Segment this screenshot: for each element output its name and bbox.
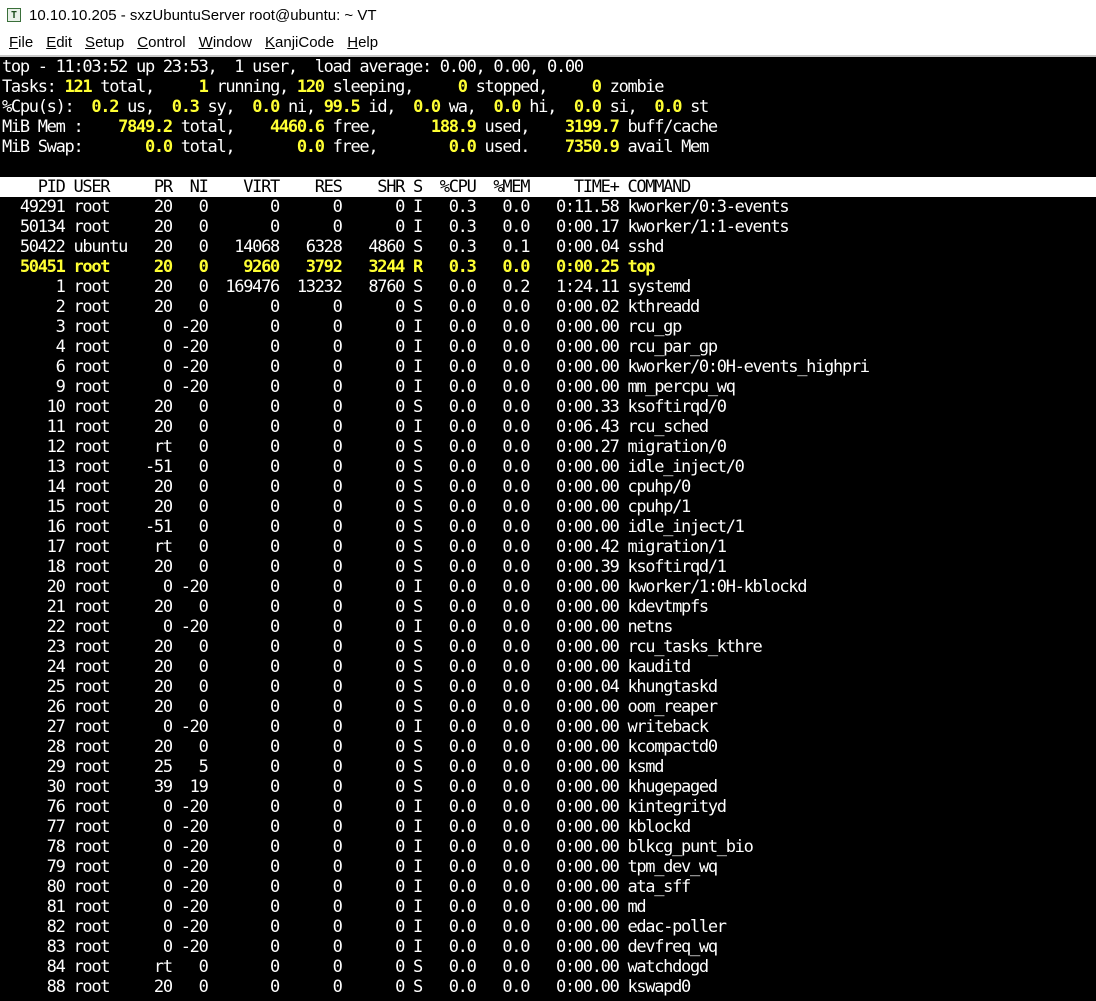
process-row: 16 root -51 0 0 0 0 S 0.0 0.0 0:00.00 id… <box>2 517 745 537</box>
process-row: 24 root 20 0 0 0 0 S 0.0 0.0 0:00.00 kau… <box>2 657 692 677</box>
process-row: 21 root 20 0 0 0 0 S 0.0 0.0 0:00.00 kde… <box>2 597 709 617</box>
menu-bar: File Edit Setup Control Window KanjiCode Help <box>0 30 1096 55</box>
process-row: 83 root 0 -20 0 0 0 I 0.0 0.0 0:00.00 de… <box>2 937 718 957</box>
process-row: 20 root 0 -20 0 0 0 I 0.0 0.0 0:00.00 kw… <box>2 577 808 597</box>
menu-kanjicode[interactable]: KanjiCode <box>265 34 334 51</box>
terminal-app-icon: T <box>7 8 21 22</box>
process-row: 29 root 25 5 0 0 0 S 0.0 0.0 0:00.00 ksm… <box>2 757 665 777</box>
column-header: PID USER PR NI VIRT RES SHR S %CPU %MEM … <box>2 177 692 197</box>
process-row: 28 root 20 0 0 0 0 S 0.0 0.0 0:00.00 kco… <box>2 737 718 757</box>
process-row: 18 root 20 0 0 0 0 S 0.0 0.0 0:00.39 kso… <box>2 557 727 577</box>
menu-control[interactable]: Control <box>137 34 185 51</box>
menu-setup[interactable]: Setup <box>85 34 124 51</box>
process-row: 50134 root 20 0 0 0 0 I 0.3 0.0 0:00.17 … <box>2 217 790 237</box>
menu-help[interactable]: Help <box>347 34 378 51</box>
process-row: 1 root 20 0 169476 13232 8760 S 0.0 0.2 … <box>2 277 692 297</box>
process-row: 23 root 20 0 0 0 0 S 0.0 0.0 0:00.00 rcu… <box>2 637 763 657</box>
process-row: 10 root 20 0 0 0 0 S 0.0 0.0 0:00.33 kso… <box>2 397 727 417</box>
tasks-total: 121 <box>64 77 93 97</box>
tasks-zombie: 0 <box>573 77 602 97</box>
tasks-line: Tasks: 121 total, 1 running, 120 sleepin… <box>2 77 665 97</box>
process-row: 50451 root 20 0 9260 3792 3244 R 0.3 0.0… <box>2 257 656 277</box>
process-row: 30 root 39 19 0 0 0 S 0.0 0.0 0:00.00 kh… <box>2 777 718 797</box>
process-row: 15 root 20 0 0 0 0 S 0.0 0.0 0:00.00 cpu… <box>2 497 692 517</box>
menu-window[interactable]: Window <box>199 34 252 51</box>
window-title: 10.10.10.205 - sxzUbuntuServer root@ubun… <box>29 6 377 24</box>
process-row: 9 root 0 -20 0 0 0 I 0.0 0.0 0:00.00 mm_… <box>2 377 736 397</box>
process-row: 22 root 0 -20 0 0 0 I 0.0 0.0 0:00.00 ne… <box>2 617 674 637</box>
process-row: 25 root 20 0 0 0 0 S 0.0 0.0 0:00.04 khu… <box>2 677 718 697</box>
process-row: 88 root 20 0 0 0 0 S 0.0 0.0 0:00.00 ksw… <box>2 977 692 997</box>
process-row: 81 root 0 -20 0 0 0 I 0.0 0.0 0:00.00 md <box>2 897 647 917</box>
process-row: 11 root 20 0 0 0 0 I 0.0 0.0 0:06.43 rcu… <box>2 417 709 437</box>
uptime-line: top - 11:03:52 up 23:53, 1 user, load av… <box>2 57 584 77</box>
tasks-stopped: 0 <box>439 77 468 97</box>
terminal-screen[interactable]: top - 11:03:52 up 23:53, 1 user, load av… <box>0 57 1096 1001</box>
process-row: 78 root 0 -20 0 0 0 I 0.0 0.0 0:00.00 bl… <box>2 837 754 857</box>
mem-line: MiB Mem : 7849.2 total, 4460.6 free, 188… <box>2 117 718 137</box>
process-row: 82 root 0 -20 0 0 0 I 0.0 0.0 0:00.00 ed… <box>2 917 727 937</box>
process-row: 76 root 0 -20 0 0 0 I 0.0 0.0 0:00.00 ki… <box>2 797 727 817</box>
process-row: 80 root 0 -20 0 0 0 I 0.0 0.0 0:00.00 at… <box>2 877 692 897</box>
process-row: 13 root -51 0 0 0 0 S 0.0 0.0 0:00.00 id… <box>2 457 745 477</box>
process-row: 14 root 20 0 0 0 0 S 0.0 0.0 0:00.00 cpu… <box>2 477 692 497</box>
process-row: 50422 ubuntu 20 0 14068 6328 4860 S 0.3 … <box>2 237 665 257</box>
swap-line: MiB Swap: 0.0 total, 0.0 free, 0.0 used.… <box>2 137 709 157</box>
process-row: 27 root 0 -20 0 0 0 I 0.0 0.0 0:00.00 wr… <box>2 717 709 737</box>
menu-file[interactable]: File <box>9 34 33 51</box>
process-row: 3 root 0 -20 0 0 0 I 0.0 0.0 0:00.00 rcu… <box>2 317 683 337</box>
process-row: 49291 root 20 0 0 0 0 I 0.3 0.0 0:11.58 … <box>2 197 790 217</box>
process-row: 84 root rt 0 0 0 0 S 0.0 0.0 0:00.00 wat… <box>2 957 709 977</box>
process-row: 4 root 0 -20 0 0 0 I 0.0 0.0 0:00.00 rcu… <box>2 337 719 357</box>
process-row: 2 root 20 0 0 0 0 S 0.0 0.0 0:00.02 kthr… <box>2 297 701 317</box>
window-titlebar: T 10.10.10.205 - sxzUbuntuServer root@ub… <box>0 0 1096 30</box>
process-row: 12 root rt 0 0 0 0 S 0.0 0.0 0:00.27 mig… <box>2 437 727 457</box>
tasks-sleeping: 120 <box>296 77 325 97</box>
cpu-line: %Cpu(s): 0.2 us, 0.3 sy, 0.0 ni, 99.5 id… <box>2 97 709 117</box>
tasks-running: 1 <box>180 77 209 97</box>
process-row: 17 root rt 0 0 0 0 S 0.0 0.0 0:00.42 mig… <box>2 537 727 557</box>
process-row: 77 root 0 -20 0 0 0 I 0.0 0.0 0:00.00 kb… <box>2 817 692 837</box>
process-row: 6 root 0 -20 0 0 0 I 0.0 0.0 0:00.00 kwo… <box>2 357 870 377</box>
menu-edit[interactable]: Edit <box>46 34 72 51</box>
process-row: 26 root 20 0 0 0 0 S 0.0 0.0 0:00.00 oom… <box>2 697 718 717</box>
process-row: 79 root 0 -20 0 0 0 I 0.0 0.0 0:00.00 tp… <box>2 857 718 877</box>
